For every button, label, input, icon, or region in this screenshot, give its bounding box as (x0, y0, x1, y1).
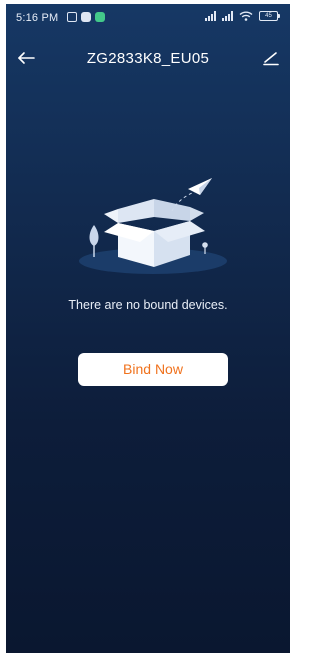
app-icon (95, 12, 105, 22)
back-button[interactable] (12, 46, 40, 70)
signal-icon (222, 11, 233, 21)
sim-icon (67, 12, 77, 22)
wifi-icon (239, 11, 253, 21)
system-icons: 45 (205, 11, 280, 21)
empty-message: There are no bound devices. (68, 298, 228, 312)
pencil-icon (263, 52, 279, 66)
nav-bar: ZG2833K8_EU05 (6, 36, 290, 80)
app-screen: 5:16 PM 45 ZG2833K8_EU05 There are no bo… (6, 4, 290, 653)
battery-level: 45 (259, 11, 278, 21)
battery-icon: 45 (259, 11, 280, 21)
edit-button[interactable] (258, 46, 284, 70)
page-title: ZG2833K8_EU05 (86, 50, 210, 67)
empty-box-illustration (79, 178, 227, 274)
bind-now-button[interactable]: Bind Now (78, 353, 228, 386)
arrow-left-icon (18, 52, 35, 64)
signal-icon (205, 11, 216, 21)
status-time: 5:16 PM (16, 12, 59, 24)
status-bar: 5:16 PM 45 (6, 4, 290, 32)
messenger-icon (81, 12, 91, 22)
